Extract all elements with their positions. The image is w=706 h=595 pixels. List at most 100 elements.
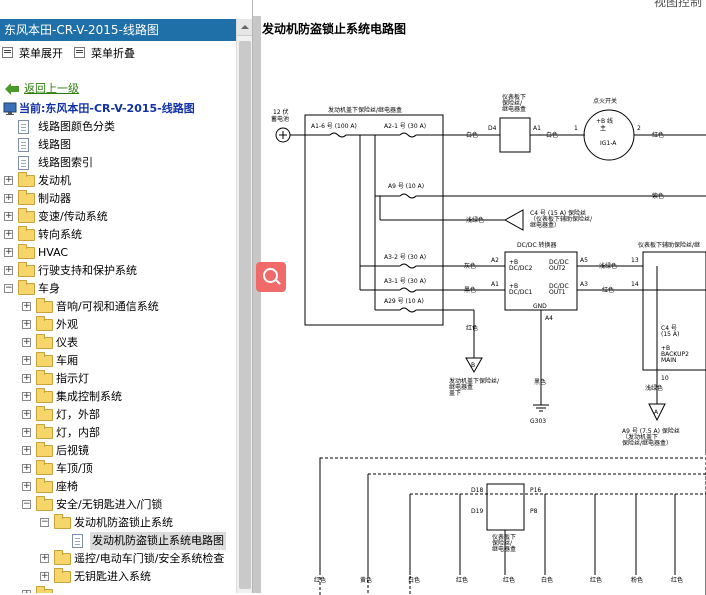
bottom-wire-red5: 红色 <box>671 576 683 584</box>
n10-label: 10 <box>661 375 669 382</box>
folder-open-icon <box>18 280 35 295</box>
collapse-toggle[interactable]: − <box>4 284 13 293</box>
tree-item-label: 灯，内部 <box>56 426 100 439</box>
a9b-fuse-label: A9 号 (7.5 A) 保险丝（发动机盖下保险丝/继电器盒） <box>622 427 680 447</box>
expand-toggle[interactable]: + <box>22 410 31 419</box>
conn-d19-label: D19 <box>471 508 483 515</box>
tree-item-label: 集成控制系统 <box>56 390 122 403</box>
expand-toggle[interactable]: + <box>22 446 31 455</box>
pin1-label: 1 <box>574 125 578 132</box>
scroll-thumb[interactable] <box>239 41 251 589</box>
wiring-diagram: 12 伏蓄电池 发动机盖下保险丝/继电器盒 A1-6 号 (100 A) A2-… <box>271 93 706 595</box>
document-icon <box>18 138 29 152</box>
expand-toggle[interactable]: + <box>22 338 31 347</box>
document-icon <box>18 156 29 170</box>
wire-purple-label: 紫色 <box>652 192 664 200</box>
folder-icon <box>36 298 53 313</box>
tree-item-label: 音响/可视和通信系统 <box>56 300 159 313</box>
folder-icon <box>18 208 35 223</box>
folder-icon <box>36 316 53 331</box>
ig1a-label: IG1-A <box>600 140 617 147</box>
folder-icon <box>36 388 53 403</box>
conn-a4-label: A4 <box>545 315 553 322</box>
expand-toggle[interactable]: + <box>22 374 31 383</box>
tree-item-label: 制动器 <box>38 192 71 205</box>
connector-a-label: A <box>654 409 659 416</box>
folder-icon <box>18 172 35 187</box>
expand-toggle[interactable]: + <box>22 392 31 401</box>
dash-fusebox-label: 仪表板下保险丝/继电器盒 <box>502 93 526 113</box>
expand-toggle[interactable]: + <box>40 554 49 563</box>
engine-fb-label: 发动机盖下保险丝/继电器盒盖下 <box>449 377 500 397</box>
conn-a5-label: A5 <box>580 257 588 264</box>
top-spacer <box>0 0 252 19</box>
conn-a1b-label: A1 <box>491 281 499 288</box>
folder-icon <box>36 586 53 593</box>
search-icon[interactable] <box>256 262 286 292</box>
conn-a1-label: A1 <box>533 125 541 132</box>
fuse-a31-label: A3-1 号 (30 A) <box>384 278 426 285</box>
expand-icon <box>2 47 13 58</box>
expand-toggle[interactable]: + <box>22 482 31 491</box>
expand-toggle[interactable]: + <box>22 356 31 365</box>
bottom-wire-yellow: 黄色 <box>360 576 372 584</box>
tree-item-label: 指示灯 <box>56 372 89 385</box>
viewer-left-edge <box>253 16 261 593</box>
dc-out2-label: DC/DC OUT2 <box>549 259 569 272</box>
tree-item-label: 仪表 <box>56 336 78 349</box>
tree-item-label: 车顶/顶 <box>56 462 93 475</box>
expand-toggle[interactable]: + <box>22 320 31 329</box>
c4b-label: C4 号(15 A) <box>661 325 679 338</box>
tree-item-label: 发动机防盗锁止系统 <box>74 516 173 529</box>
folder-icon <box>18 244 35 259</box>
fusebox-label: 发动机盖下保险丝/继电器盒 <box>328 106 402 114</box>
tree-item-label: 行驶支持和保护系统 <box>38 264 137 277</box>
wire-out2-label: 浅绿色 <box>599 262 617 270</box>
expand-toggle[interactable]: + <box>4 176 13 185</box>
dc-in2-label: +B DC/DC2 <box>509 259 533 272</box>
c4-fuse-label: C4 号 (15 A) 保险丝（仪表板下辅助保险丝/继电器盒） <box>530 209 593 229</box>
panel-title: 东风本田-CR-V-2015-线路图 <box>0 19 236 41</box>
collapse-toggle[interactable]: − <box>40 518 49 527</box>
scroll-up-icon[interactable] <box>237 19 252 36</box>
folder-icon <box>36 478 53 493</box>
tree-scrollbar[interactable] <box>236 19 252 593</box>
expand-toggle[interactable]: + <box>4 266 13 275</box>
fuse-a32-label: A3-2 号 (30 A) <box>384 254 426 261</box>
tree-item-label: 遥控/电动车门锁/安全系统检查 <box>74 552 225 565</box>
bottom-wire-white: 白色 <box>408 576 420 584</box>
expand-toggle[interactable]: + <box>40 572 49 581</box>
expand-toggle[interactable]: + <box>22 302 31 311</box>
menu-toolbar: 菜单展开 菜单折叠 <box>0 44 236 64</box>
expand-toggle[interactable]: + <box>22 464 31 473</box>
bottom-wire-red1: 红色 <box>314 576 326 584</box>
current-label: 当前:东风本田-CR-V-2015-线路图 <box>19 102 195 115</box>
menu-expand-button[interactable]: 菜单展开 <box>2 46 63 62</box>
folder-icon <box>36 406 53 421</box>
view-control-button[interactable]: 视图控制 <box>654 0 702 10</box>
n13-label: 13 <box>631 257 639 264</box>
folder-open-icon <box>36 496 53 511</box>
wire-white2-label: 白色 <box>546 131 558 139</box>
collapse-toggle[interactable]: − <box>22 500 31 509</box>
conn-a3-label: A3 <box>580 281 588 288</box>
menu-collapse-button[interactable]: 菜单折叠 <box>74 46 135 62</box>
connector-b-label: B <box>471 362 475 369</box>
expand-toggle[interactable]: + <box>4 212 13 221</box>
folder-icon <box>36 370 53 385</box>
expand-toggle[interactable]: + <box>4 194 13 203</box>
conn-p8-label: P8 <box>530 508 538 515</box>
tree-item-label: 转向系统 <box>38 228 82 241</box>
expand-toggle[interactable]: + <box>22 428 31 437</box>
dash-fusebox2-label: 仪表板下保险丝/继电器盒 <box>492 533 516 553</box>
tree-item-label: 无钥匙进入系统 <box>74 570 151 583</box>
bottom-wire-white2: 白色 <box>541 576 553 584</box>
navigation-panel: 东风本田-CR-V-2015-线路图 菜单展开 菜单折叠 返回上一级 当前:东风… <box>0 0 253 593</box>
menu-collapse-label: 菜单折叠 <box>91 47 135 60</box>
expand-toggle[interactable]: + <box>4 230 13 239</box>
viewer-toolbar: 视图控制 <box>253 0 706 16</box>
tree-item-label: HVAC <box>38 246 69 259</box>
expand-toggle[interactable]: + <box>4 248 13 257</box>
menu-expand-label: 菜单展开 <box>19 47 63 60</box>
tree-item-label: 车厢 <box>56 354 78 367</box>
